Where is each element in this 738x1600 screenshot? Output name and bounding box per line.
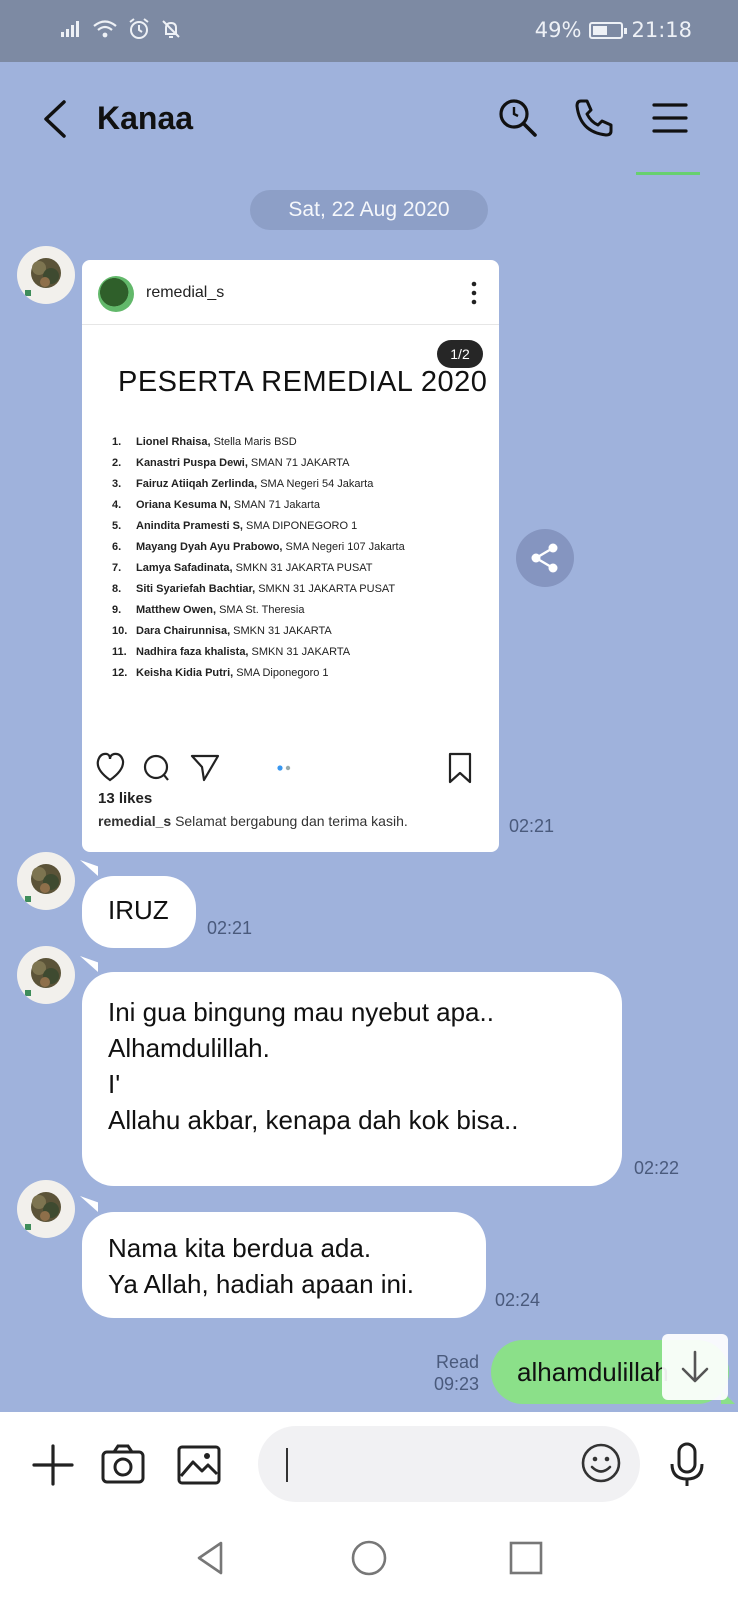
share-button[interactable] [516, 529, 574, 587]
clock: 21:18 [631, 18, 692, 42]
message-bubble[interactable]: IRUZ [82, 876, 196, 948]
avatar[interactable] [17, 946, 75, 1004]
camera-icon[interactable] [100, 1442, 146, 1488]
nav-home-icon[interactable] [349, 1538, 389, 1578]
list-item: 9. Matthew Owen, SMA St. Theresia [112, 604, 305, 616]
status-icons-left [60, 18, 182, 40]
read-receipt: Read 09:23 [434, 1352, 480, 1394]
microphone-icon[interactable] [664, 1442, 710, 1488]
list-item: 12. Keisha Kidia Putri, SMA Diponegoro 1 [112, 667, 329, 679]
signal-icon [61, 21, 79, 37]
list-item: 11. Nadhira faza khalista, SMKN 31 JAKARTA [112, 646, 351, 658]
list-item: 3. Fairuz Atiiqah Zerlinda, SMA Negeri 54 … [112, 478, 374, 490]
message-input-bar [0, 1412, 738, 1524]
bubble-tail [80, 1196, 98, 1212]
message-bubble[interactable]: Nama kita berdua ada. Ya Allah, hadiah a… [82, 1212, 486, 1318]
message-time: 02:24 [495, 1290, 541, 1310]
system-nav-bar [0, 1524, 738, 1600]
emoji-icon[interactable] [580, 1442, 622, 1484]
bookmark-icon [448, 752, 472, 784]
list-item: 5. Anindita Pramesti S, SMA DIPONEGORO 1 [112, 520, 358, 532]
text-cursor [286, 1448, 288, 1482]
avatar[interactable] [17, 852, 75, 910]
mute-icon [162, 20, 180, 38]
list-item: 7. Lamya Safadinata, SMKN 31 JAKARTA PUSAT [112, 562, 373, 574]
post-caption: remedial_s Selamat bergabung dan terima … [98, 813, 408, 829]
heart-icon [96, 752, 125, 782]
post-username: remedial_s [146, 284, 225, 301]
plus-icon[interactable] [30, 1442, 76, 1488]
message-time: 02:22 [634, 1158, 680, 1178]
menu-icon[interactable] [648, 96, 692, 140]
list-item: 1. Lionel Rhaisa, Stella Maris BSD [112, 436, 297, 448]
nav-recents-icon[interactable] [506, 1538, 546, 1578]
post-likes: 13 likes [98, 790, 153, 807]
bubble-tail [80, 956, 98, 972]
more-options-icon [471, 281, 477, 305]
avatar[interactable] [17, 1180, 75, 1238]
battery-percent: 49% [534, 18, 582, 42]
post-author-avatar [98, 276, 134, 312]
phone-icon[interactable] [572, 96, 616, 140]
battery-icon [589, 21, 628, 39]
scroll-to-bottom-button[interactable] [662, 1334, 728, 1400]
list-item: 6. Mayang Dyah Ayu Prabowo, SMA Negeri 107… [112, 541, 405, 553]
send-icon [190, 754, 220, 782]
share-icon [531, 543, 558, 573]
message-time: 02:21 [207, 918, 253, 938]
status-bar: 49% 21:18 [0, 0, 738, 62]
post-action-bar [96, 752, 472, 784]
chat-title: Kanaa [97, 100, 194, 136]
list-item: 2. Kanastri Puspa Dewi, SMAN 71 JAKARTA [112, 457, 350, 469]
date-separator: Sat, 22 Aug 2020 [250, 190, 488, 230]
bubble-tail [80, 860, 98, 876]
list-item: 10. Dara Chairunnisa, SMKN 31 JAKARTA [112, 625, 332, 637]
post-divider [82, 324, 499, 325]
list-item: 4. Oriana Kesuma N, SMAN 71 Jakarta [112, 499, 320, 511]
arrow-down-icon [681, 1350, 709, 1383]
nav-back-icon[interactable] [191, 1538, 231, 1578]
back-arrow-icon[interactable] [36, 96, 76, 142]
participant-list: 1. Lionel Rhaisa, Stella Maris BSD 2. Kanas… [112, 436, 482, 688]
page-indicator: 1/2 [437, 340, 483, 368]
status-icons-right: 49% 21:18 [535, 18, 692, 42]
post-heading: PESERTA REMEDIAL 2020 [118, 366, 488, 398]
image-message[interactable]: remedial_s 1/2 PESERTA REMEDIAL 2020 1. L… [82, 260, 499, 852]
alarm-icon [129, 18, 149, 39]
list-item: 8. Siti Syariefah Bachtiar, SMKN 31 JAKART… [112, 583, 396, 595]
message-time: 02:21 [509, 816, 555, 836]
wifi-icon [93, 20, 117, 38]
avatar[interactable] [17, 246, 75, 304]
chat-header: Kanaa [0, 62, 738, 175]
comment-icon [143, 754, 169, 781]
search-icon[interactable] [496, 96, 540, 140]
carousel-dots-icon [277, 765, 291, 771]
header-accent-line [636, 172, 700, 175]
gallery-icon[interactable] [176, 1442, 222, 1488]
message-bubble[interactable]: Ini gua bingung mau nyebut apa.. Alhamdu… [82, 972, 622, 1186]
